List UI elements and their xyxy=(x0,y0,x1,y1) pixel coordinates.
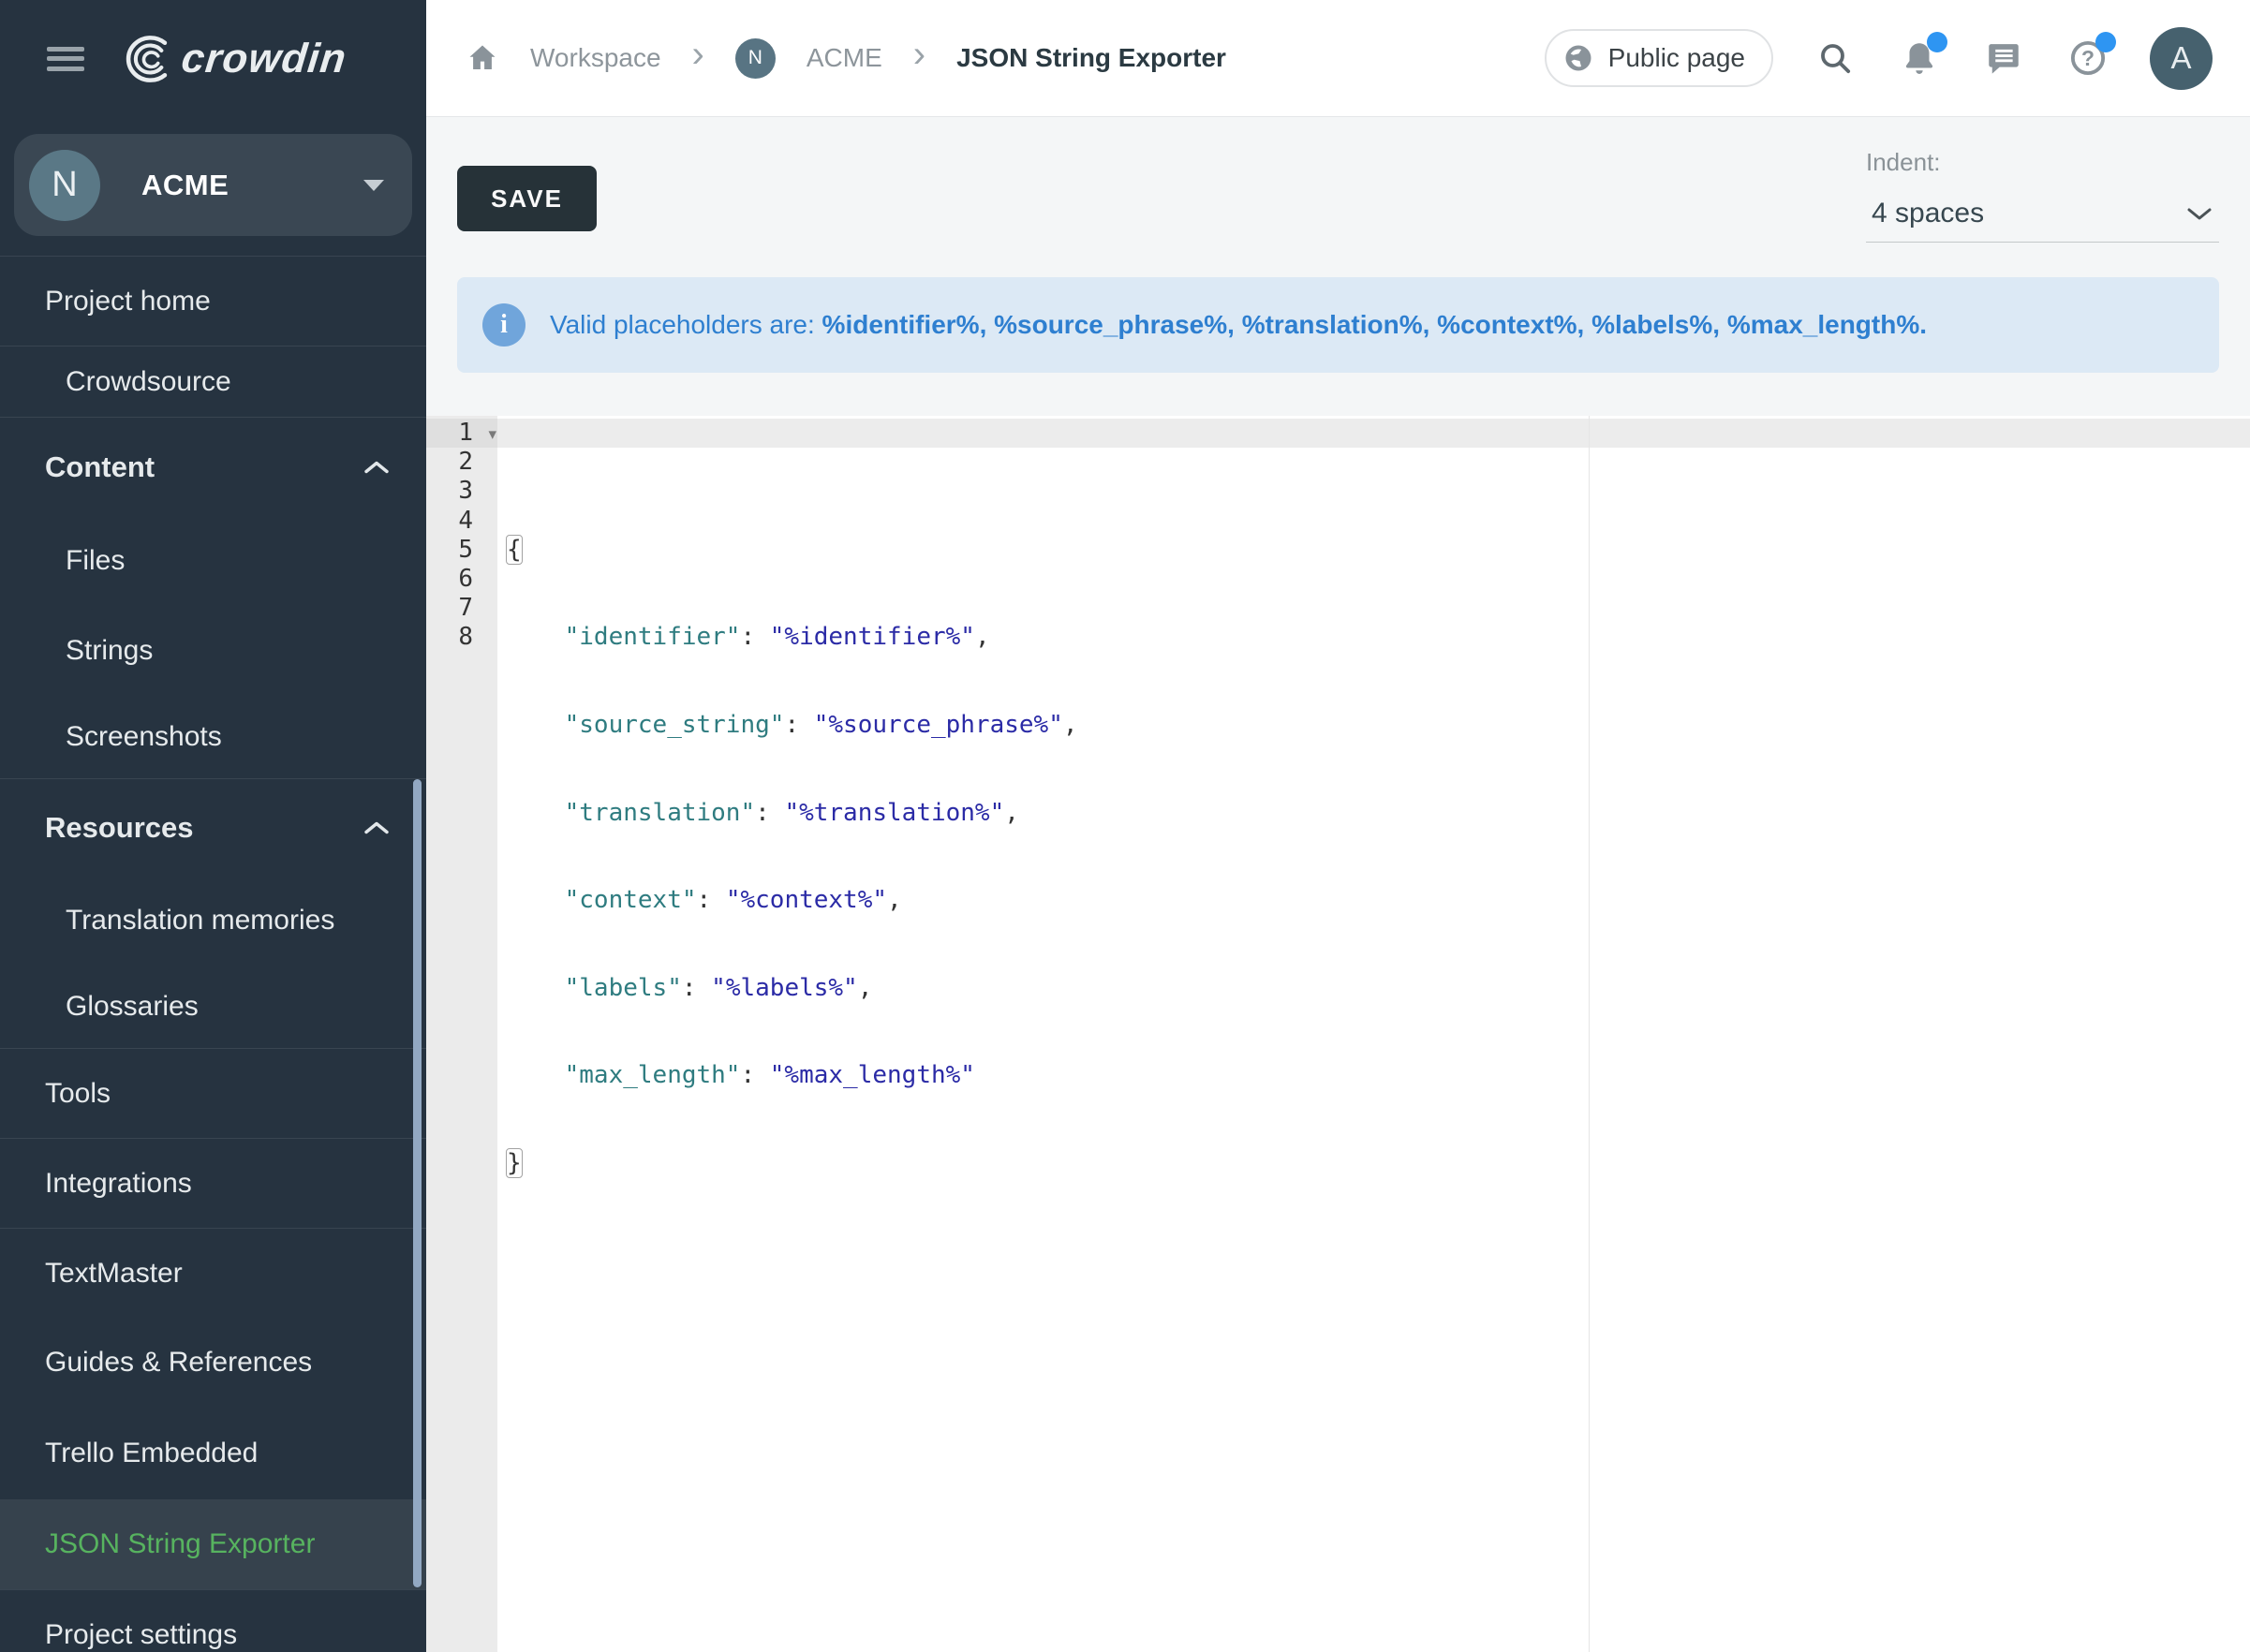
sidebar: crowdin N ACME Project home Crowdsource … xyxy=(0,0,426,1652)
indent-value: 4 spaces xyxy=(1872,198,1984,229)
open-brace: { xyxy=(506,535,523,565)
sidebar-item-crowdsource[interactable]: Crowdsource xyxy=(0,346,426,417)
svg-text:?: ? xyxy=(2081,46,2095,70)
info-banner: i Valid placeholders are: %identifier%, … xyxy=(457,277,2219,373)
chevron-down-icon xyxy=(363,180,384,191)
public-page-label: Public page xyxy=(1608,43,1745,73)
public-page-button[interactable]: Public page xyxy=(1545,29,1773,87)
search-button[interactable] xyxy=(1813,36,1858,81)
breadcrumb-workspace[interactable]: Workspace xyxy=(530,43,661,73)
crowdin-logo-text: crowdin xyxy=(179,36,348,82)
sidebar-item-tools[interactable]: Tools xyxy=(0,1048,426,1138)
sidebar-item-screenshots[interactable]: Screenshots xyxy=(0,696,426,778)
org-avatar: N xyxy=(29,150,100,221)
chevron-down-icon xyxy=(2185,205,2213,222)
code-line: "context": "%context%", xyxy=(497,886,2250,915)
sidebar-item-translation-memories[interactable]: Translation memories xyxy=(0,876,426,966)
gutter-line-2: 2 xyxy=(426,448,497,477)
indent-control: Indent: 4 spaces xyxy=(1866,148,2219,243)
project-avatar: N xyxy=(735,38,776,79)
org-name: ACME xyxy=(141,169,229,202)
breadcrumb: Workspace › N ACME › JSON String Exporte… xyxy=(466,38,1226,79)
sidebar-item-trello-embedded[interactable]: Trello Embedded xyxy=(0,1408,426,1499)
breadcrumb-current-page: JSON String Exporter xyxy=(956,43,1226,73)
editor-code-area[interactable]: { "identifier": "%identifier%", "source_… xyxy=(497,416,2250,1652)
app-root: crowdin N ACME Project home Crowdsource … xyxy=(0,0,2250,1652)
sidebar-scrollbar-thumb[interactable] xyxy=(413,779,422,1587)
info-icon: i xyxy=(482,303,525,347)
gutter-line-7: 7 xyxy=(426,594,497,623)
notifications-button[interactable] xyxy=(1897,36,1942,81)
code-line: "source_string": "%source_phrase%", xyxy=(497,711,2250,740)
topbar: Workspace › N ACME › JSON String Exporte… xyxy=(426,0,2250,117)
globe-icon xyxy=(1562,41,1595,75)
sidebar-item-glossaries[interactable]: Glossaries xyxy=(0,966,426,1048)
sidebar-item-json-string-exporter[interactable]: JSON String Exporter xyxy=(0,1499,426,1589)
code-editor[interactable]: 1 ▾ 2 3 4 5 6 7 8 { "identifier": "%iden… xyxy=(426,416,2250,1652)
gutter-line-3: 3 xyxy=(426,477,497,506)
breadcrumb-project[interactable]: ACME xyxy=(807,43,882,73)
fold-toggle-icon[interactable]: ▾ xyxy=(488,420,496,449)
org-switcher[interactable]: N ACME xyxy=(14,134,412,236)
sidebar-nav: Project home Crowdsource Content Files S… xyxy=(0,256,426,1652)
crowdin-logo-mark-icon xyxy=(118,32,174,86)
sidebar-item-guides-references[interactable]: Guides & References xyxy=(0,1318,426,1408)
gutter-line-8: 8 xyxy=(426,623,497,652)
sidebar-item-integrations[interactable]: Integrations xyxy=(0,1138,426,1228)
messages-button[interactable] xyxy=(1981,36,2026,81)
save-button[interactable]: SAVE xyxy=(457,166,597,231)
sidebar-section-resources[interactable]: Resources xyxy=(0,778,426,876)
active-line-highlight xyxy=(497,419,2250,448)
topbar-actions: Public page ? A xyxy=(1545,27,2213,90)
user-avatar[interactable]: A xyxy=(2150,27,2213,90)
org-switcher-wrap: N ACME xyxy=(0,117,426,256)
sidebar-item-strings[interactable]: Strings xyxy=(0,606,426,696)
print-margin-line xyxy=(1589,416,1590,1652)
code-line: "max_length": "%max_length%" xyxy=(497,1061,2250,1090)
indent-select[interactable]: 4 spaces xyxy=(1866,184,2219,243)
info-banner-text: Valid placeholders are: %identifier%, %s… xyxy=(550,310,1927,340)
sidebar-item-project-settings[interactable]: Project settings xyxy=(0,1589,426,1652)
gutter-line-5: 5 xyxy=(426,536,497,565)
notification-dot xyxy=(1927,32,1947,52)
chevron-right-icon: › xyxy=(692,54,704,62)
code-line: } xyxy=(497,1149,2250,1178)
notification-dot xyxy=(2095,32,2116,52)
sidebar-item-files[interactable]: Files xyxy=(0,516,426,606)
sidebar-item-project-home[interactable]: Project home xyxy=(0,256,426,346)
hamburger-menu-icon[interactable] xyxy=(47,47,84,71)
page-content: SAVE Indent: 4 spaces i Valid placeholde… xyxy=(426,117,2250,1652)
code-line: { xyxy=(497,536,2250,565)
indent-label: Indent: xyxy=(1866,148,2219,177)
gutter-line-4: 4 xyxy=(426,507,497,536)
chevron-right-icon: › xyxy=(913,54,925,62)
code-line: "identifier": "%identifier%", xyxy=(497,623,2250,652)
code-line: "translation": "%translation%", xyxy=(497,799,2250,828)
search-icon xyxy=(1816,39,1854,77)
placeholders-list: %identifier%, %source_phrase%, %translat… xyxy=(822,310,1927,339)
crowdin-logo[interactable]: crowdin xyxy=(118,32,347,86)
sidebar-item-textmaster[interactable]: TextMaster xyxy=(0,1228,426,1318)
code-line: "labels": "%labels%", xyxy=(497,974,2250,1003)
chevron-up-icon xyxy=(363,459,391,475)
gutter-line-6: 6 xyxy=(426,565,497,594)
sidebar-section-content[interactable]: Content xyxy=(0,417,426,516)
chevron-up-icon xyxy=(363,819,391,835)
home-icon[interactable] xyxy=(466,41,499,75)
chat-icon xyxy=(1984,38,2023,78)
gutter-line-1: 1 ▾ xyxy=(426,419,497,448)
help-button[interactable]: ? xyxy=(2065,36,2110,81)
sidebar-header: crowdin xyxy=(0,0,426,117)
editor-gutter: 1 ▾ 2 3 4 5 6 7 8 xyxy=(426,416,497,1652)
close-brace: } xyxy=(506,1148,523,1178)
main-area: Workspace › N ACME › JSON String Exporte… xyxy=(426,0,2250,1652)
